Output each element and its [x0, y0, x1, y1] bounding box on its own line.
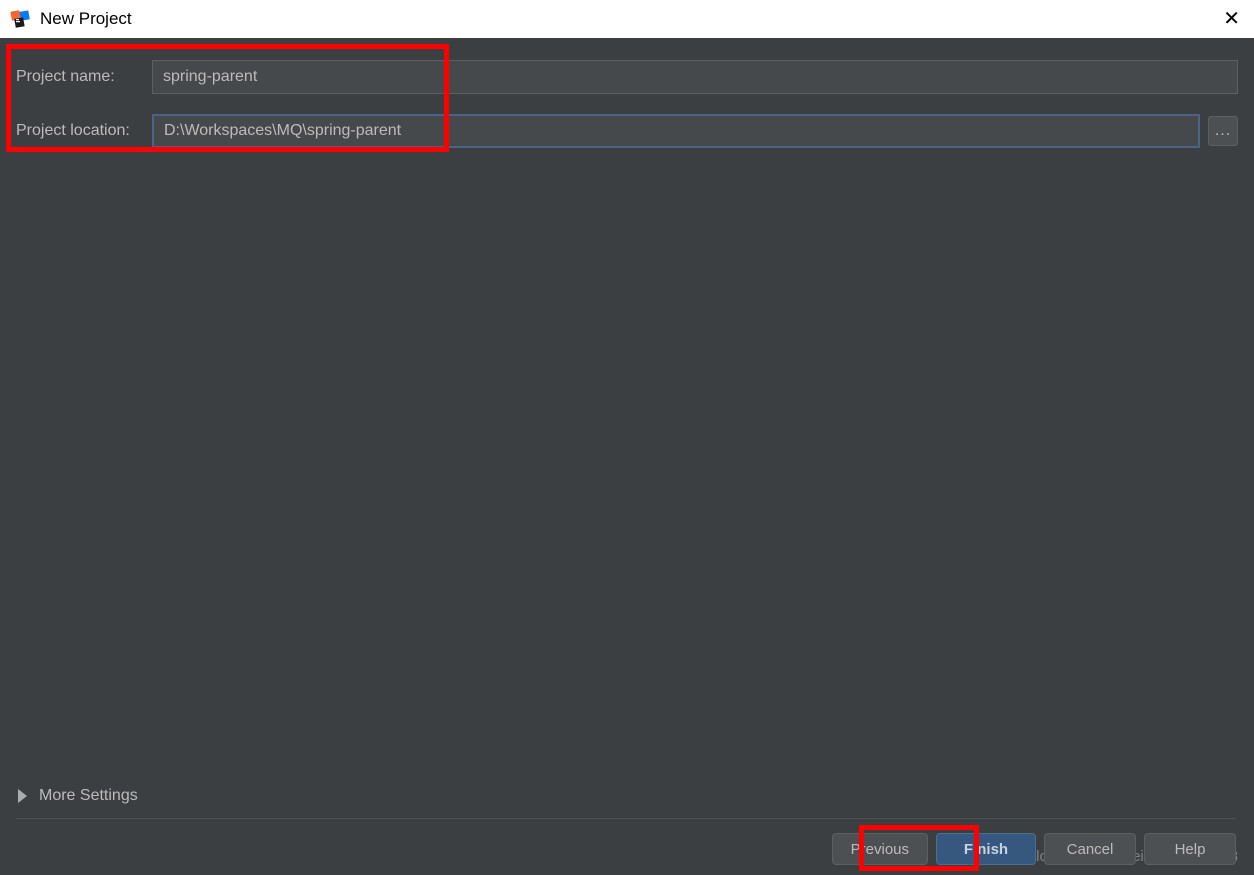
project-location-row: Project location: ... — [16, 114, 1238, 148]
project-name-row: Project name: — [16, 60, 1238, 94]
project-name-input[interactable] — [152, 60, 1238, 94]
finish-button[interactable]: Finish — [936, 833, 1036, 865]
project-name-label: Project name: — [16, 68, 152, 86]
window-title: New Project — [40, 9, 132, 29]
project-location-label: Project location: — [16, 122, 152, 140]
project-location-input[interactable] — [152, 114, 1200, 148]
form-area: Project name: Project location: ... — [0, 38, 1254, 148]
more-settings-toggle[interactable]: More Settings — [18, 787, 138, 805]
browse-button[interactable]: ... — [1208, 116, 1238, 146]
cancel-button[interactable]: Cancel — [1044, 833, 1136, 865]
more-settings-label: More Settings — [39, 787, 138, 805]
help-button[interactable]: Help — [1144, 833, 1236, 865]
dialog-content: Project name: Project location: ... More… — [0, 38, 1254, 875]
previous-button[interactable]: Previous — [832, 833, 928, 865]
titlebar: New Project ✕ — [0, 0, 1254, 38]
app-icon — [10, 8, 32, 30]
separator — [16, 818, 1236, 819]
expand-icon — [18, 789, 27, 803]
button-bar: Previous Finish Cancel Help — [832, 833, 1236, 865]
close-icon[interactable]: ✕ — [1223, 9, 1240, 29]
